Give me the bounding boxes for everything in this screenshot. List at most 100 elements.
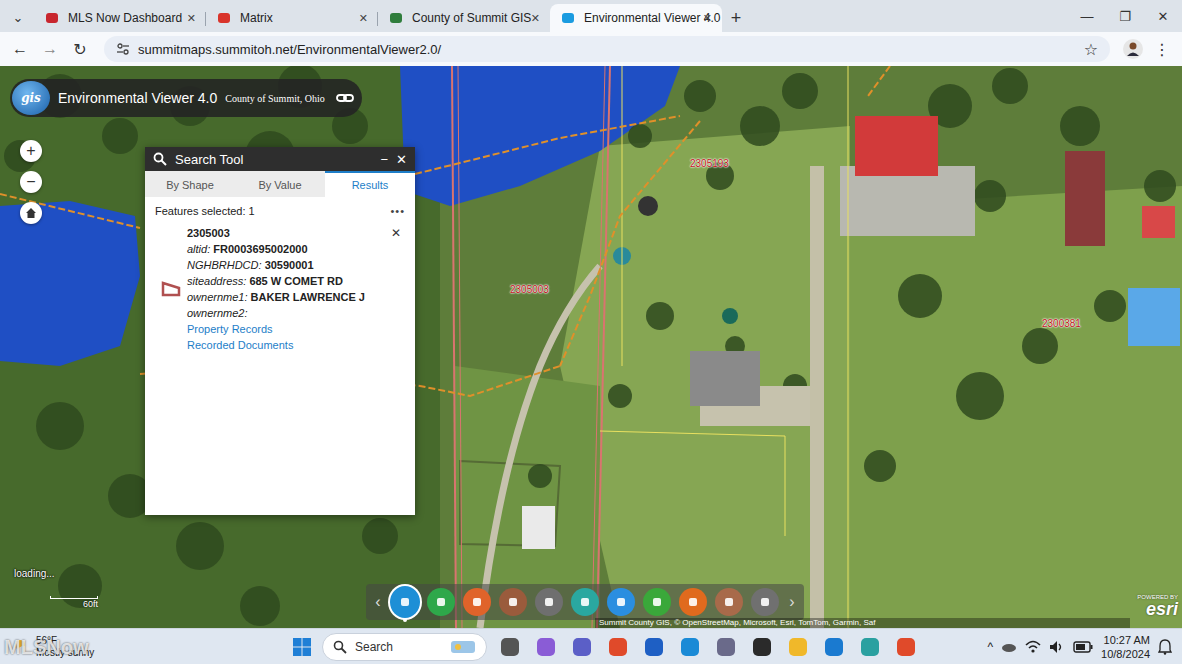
reload-button[interactable]: ↻: [68, 40, 92, 59]
toolbar-tool[interactable]: [606, 587, 636, 617]
parcel-label: 2305003: [510, 284, 549, 295]
zoom-in-button[interactable]: +: [20, 140, 42, 162]
toolbar-prev-button[interactable]: ‹: [372, 593, 384, 611]
features-count: Features selected: 1: [155, 205, 255, 217]
toolbar-tool[interactable]: [750, 587, 780, 617]
taskbar-app[interactable]: [893, 634, 919, 660]
tab-close-button[interactable]: ✕: [531, 12, 540, 25]
search-placeholder: Search: [355, 640, 442, 654]
tab-bar: ⌄MLS Now Dashboard✕Matrix✕County of Summ…: [0, 0, 1182, 32]
taskbar-app[interactable]: [569, 634, 595, 660]
toolbar-tool[interactable]: [498, 587, 528, 617]
minimize-button[interactable]: —: [1068, 9, 1106, 24]
panel-tab[interactable]: By Value: [235, 171, 325, 197]
toolbar-tool[interactable]: [462, 587, 492, 617]
taskbar-app[interactable]: [713, 634, 739, 660]
map-attribution: Summit County GIS, © OpenStreetMap, Micr…: [595, 618, 1130, 628]
loading-indicator: loading...: [14, 568, 55, 579]
field-label: altid:: [187, 243, 210, 255]
result-field: siteaddress: 685 W COMET RD: [187, 273, 405, 289]
tray-expand-button[interactable]: ^: [987, 640, 993, 654]
features-row: Features selected: 1 •••: [155, 205, 405, 217]
result-field: ownernme1: BAKER LAWRENCE J: [187, 289, 405, 305]
tab-label: Matrix: [240, 11, 351, 25]
taskbar-search[interactable]: Search: [322, 633, 487, 661]
app-icon: [499, 636, 521, 658]
map-toolbar: ‹›: [366, 584, 804, 620]
url-text: summitmaps.summitoh.net/EnvironmentalVie…: [138, 42, 1076, 57]
toolbar-tool[interactable]: [714, 587, 744, 617]
forward-button[interactable]: →: [38, 40, 62, 58]
tab-close-button[interactable]: ✕: [703, 12, 712, 25]
map-view[interactable]: 230519323050032300381gisEnvironmental Vi…: [0, 66, 1182, 628]
toolbar-next-button[interactable]: ›: [786, 593, 798, 611]
taskbar-app[interactable]: [497, 634, 523, 660]
tool-icon: [579, 596, 591, 608]
esri-brand: esri: [1137, 600, 1178, 618]
close-button[interactable]: ✕: [1144, 9, 1182, 24]
app-icon: [571, 636, 593, 658]
watermark: MLSNow: [4, 636, 88, 659]
taskbar-app[interactable]: [677, 634, 703, 660]
toolbar-tool[interactable]: [678, 587, 708, 617]
taskbar-app[interactable]: [641, 634, 667, 660]
tab-search-button[interactable]: ⌄: [6, 4, 30, 30]
tool-circle: [751, 588, 779, 616]
browser-tab[interactable]: County of Summit GIS✕: [378, 4, 550, 32]
taskbar-app[interactable]: [857, 634, 883, 660]
url-field[interactable]: summitmaps.summitoh.net/EnvironmentalVie…: [104, 36, 1110, 62]
app-icon: [787, 636, 809, 658]
panel-tab[interactable]: Results: [325, 171, 415, 197]
toolbar-tool[interactable]: [426, 587, 456, 617]
minimize-button[interactable]: −: [381, 152, 389, 167]
result-link[interactable]: Recorded Documents: [187, 337, 405, 353]
home-button[interactable]: [20, 202, 42, 224]
restore-button[interactable]: ❐: [1106, 9, 1144, 24]
home-icon: [25, 207, 37, 219]
tool-circle: [643, 588, 671, 616]
taskbar-app[interactable]: [821, 634, 847, 660]
search-highlight-icon: [450, 639, 476, 655]
result-link[interactable]: Property Records: [187, 321, 405, 337]
tab-label: MLS Now Dashboard: [68, 11, 179, 25]
toolbar-tool[interactable]: [390, 587, 420, 617]
search-icon: [153, 152, 167, 166]
remove-result-button[interactable]: ✕: [391, 226, 401, 240]
share-link-button[interactable]: [336, 89, 354, 107]
tab-close-button[interactable]: ✕: [359, 12, 368, 25]
toolbar-tool[interactable]: [534, 587, 564, 617]
tab-close-button[interactable]: ✕: [187, 12, 196, 25]
toolbar-tool[interactable]: [642, 587, 672, 617]
bookmark-star-button[interactable]: ☆: [1084, 40, 1098, 59]
scale-bar: 60ft: [48, 596, 98, 609]
browser-tab[interactable]: Environmental Viewer 4.0✕: [550, 4, 722, 32]
taskbar-app[interactable]: [749, 634, 775, 660]
field-value: 685 W COMET RD: [249, 275, 343, 287]
tool-icon: [687, 596, 699, 608]
close-button[interactable]: ✕: [396, 152, 407, 167]
more-button[interactable]: •••: [390, 205, 405, 217]
tool-circle: [715, 588, 743, 616]
field-label: siteaddress:: [187, 275, 246, 287]
taskbar-apps: Search: [292, 633, 919, 661]
browser-menu-button[interactable]: ⋮: [1150, 40, 1174, 59]
back-button[interactable]: ←: [8, 40, 32, 58]
tool-icon: [651, 596, 663, 608]
zoom-out-button[interactable]: −: [20, 171, 42, 193]
favicon-icon: [44, 10, 60, 26]
toolbar-tool[interactable]: [570, 587, 600, 617]
browser-tab[interactable]: MLS Now Dashboard ✕: [34, 4, 206, 32]
taskbar-app[interactable]: [533, 634, 559, 660]
app-icon: [535, 636, 557, 658]
taskbar-app[interactable]: [785, 634, 811, 660]
weather-widget[interactable]: 56°FMostly sunny: [0, 635, 120, 659]
taskbar-app[interactable]: [605, 634, 631, 660]
active-dot: [403, 618, 407, 622]
panel-tab[interactable]: By Shape: [145, 171, 235, 197]
new-tab-button[interactable]: +: [722, 4, 750, 32]
app-icon: [643, 636, 665, 658]
favicon-icon: [560, 10, 576, 26]
volume-icon: [1049, 640, 1065, 654]
clock[interactable]: 10:27 AM10/8/2024: [1101, 633, 1150, 661]
browser-tab[interactable]: Matrix ✕: [206, 4, 378, 32]
